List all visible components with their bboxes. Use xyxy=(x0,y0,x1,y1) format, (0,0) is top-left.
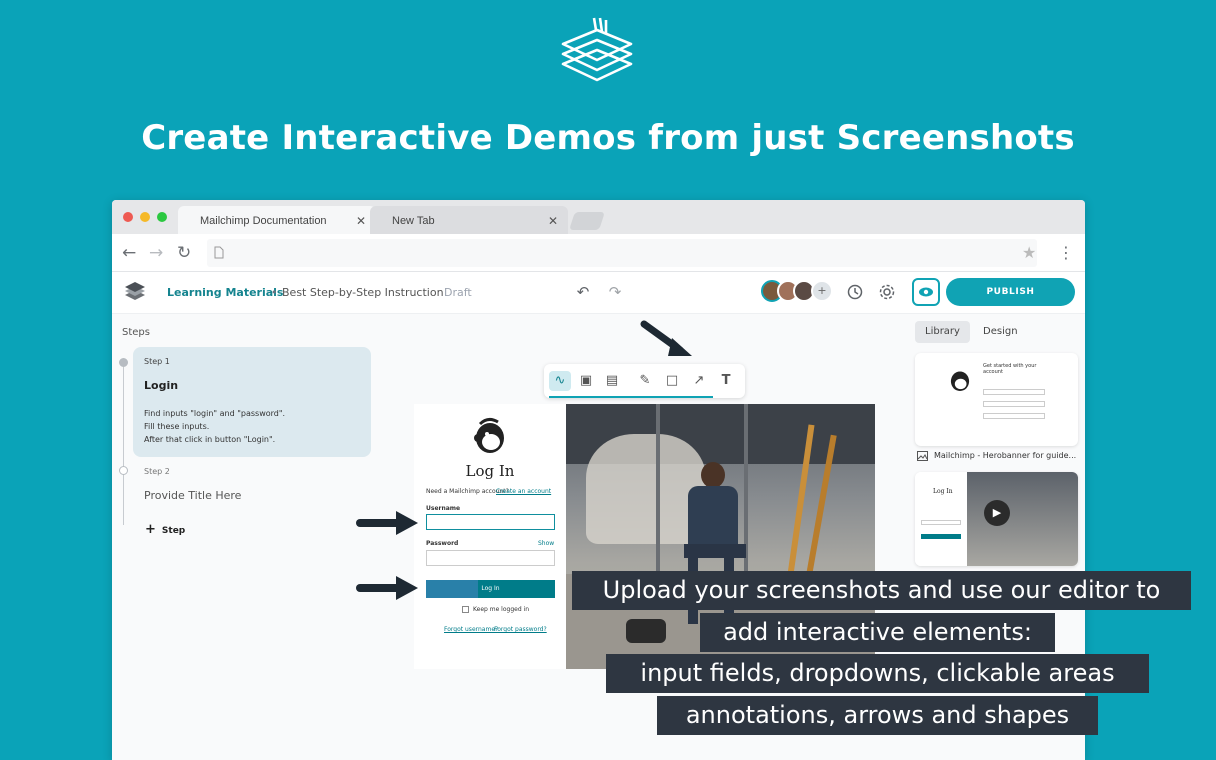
card-heading: Log In xyxy=(933,488,953,495)
annotation-arrow-icon xyxy=(356,576,418,600)
breadcrumb-page[interactable]: Best Step-by-Step Instruction xyxy=(282,286,444,299)
steps-panel-label: Steps xyxy=(122,327,150,338)
step-title[interactable]: Login xyxy=(144,379,178,392)
clipboard-tool-icon[interactable]: ▤ xyxy=(601,371,623,391)
forgot-username-link[interactable]: Forgot username? xyxy=(444,626,498,633)
tab-label: Mailchimp Documentation xyxy=(200,215,327,227)
rectangle-tool-icon[interactable]: □ xyxy=(661,371,683,391)
tab-library[interactable]: Library xyxy=(915,321,970,343)
step-description-line: Find inputs "login" and "password". xyxy=(144,409,286,418)
keep-logged-label: Keep me logged in xyxy=(473,606,530,613)
step-number: Step 1 xyxy=(144,357,170,366)
callout-line: input fields, dropdowns, clickable areas xyxy=(606,654,1149,693)
annotation-arrow-icon xyxy=(640,320,692,356)
step-description-line: After that click in button "Login". xyxy=(144,435,276,444)
arrow-tool-icon[interactable]: ↗ xyxy=(688,371,710,391)
mailchimp-logo-icon xyxy=(950,371,970,392)
callout-line: annotations, arrows and shapes xyxy=(657,696,1098,735)
new-tab-button[interactable] xyxy=(569,212,605,230)
close-tab-icon[interactable]: ✕ xyxy=(548,214,558,228)
annotation-arrow-icon xyxy=(356,511,418,535)
username-field[interactable] xyxy=(426,514,555,530)
show-password-toggle[interactable]: Show xyxy=(538,540,554,547)
login-button-highlight xyxy=(426,580,478,598)
history-clock-icon[interactable] xyxy=(845,282,865,302)
step-title[interactable]: Provide Title Here xyxy=(144,489,241,502)
frame-tool-icon[interactable]: ▣ xyxy=(575,371,597,391)
forward-arrow-icon[interactable]: → xyxy=(149,243,163,263)
tab-label: New Tab xyxy=(392,215,435,227)
callout-line: Upload your screenshots and use our edit… xyxy=(572,571,1191,610)
login-screen: Log In Need a Mailchimp account? Create … xyxy=(414,404,566,669)
url-input[interactable] xyxy=(207,239,1037,267)
image-icon xyxy=(917,451,928,461)
close-window-dot[interactable] xyxy=(123,212,133,222)
status-badge: Draft xyxy=(444,286,472,299)
library-card[interactable]: Log In ▶ xyxy=(915,472,1078,566)
breadcrumb-project[interactable]: Learning Materials xyxy=(167,286,283,299)
text-tool-icon[interactable]: T xyxy=(715,371,737,391)
callout-line: add interactive elements: xyxy=(700,613,1055,652)
app-toolbar: Learning Materials • Best Step-by-Step I… xyxy=(112,272,1085,314)
pen-tool-icon[interactable]: ✎ xyxy=(634,371,656,391)
create-account-link[interactable]: Create an account xyxy=(496,488,551,495)
step-description-line: Fill these inputs. xyxy=(144,422,210,431)
editor-toolbar: ∿ ▣ ▤ ✎ □ ↗ T xyxy=(544,364,745,398)
publish-button[interactable]: PUBLISH xyxy=(946,278,1075,306)
path-tool-icon[interactable]: ∿ xyxy=(549,371,571,391)
timeline-node xyxy=(119,466,128,475)
bookmark-star-icon[interactable]: ★ xyxy=(1022,243,1036,262)
step-number: Step 2 xyxy=(144,467,170,476)
card-text: Get started with your account xyxy=(983,363,1037,375)
login-heading: Log In xyxy=(465,462,515,480)
reload-icon[interactable]: ↻ xyxy=(177,243,191,263)
eye-icon xyxy=(919,287,933,297)
card-field xyxy=(983,389,1045,395)
tab-design[interactable]: Design xyxy=(973,321,1028,343)
breadcrumb-separator: • xyxy=(271,286,278,299)
plus-icon: + xyxy=(145,522,156,537)
add-step-button[interactable]: + Step xyxy=(145,522,185,537)
steps-timeline xyxy=(123,360,124,525)
stacked-layers-logo-icon xyxy=(561,17,633,82)
username-label: Username xyxy=(426,505,461,512)
more-menu-icon[interactable]: ⋮ xyxy=(1058,243,1074,262)
tab-new-tab[interactable]: New Tab ✕ xyxy=(370,206,568,234)
preview-eye-button[interactable] xyxy=(912,278,940,306)
page-headline: Create Interactive Demos from just Scree… xyxy=(141,118,1075,158)
settings-gear-icon[interactable] xyxy=(877,282,897,302)
back-arrow-icon[interactable]: ← xyxy=(122,243,136,263)
app-logo-icon[interactable] xyxy=(123,281,147,303)
card-field xyxy=(983,401,1045,407)
password-field[interactable] xyxy=(426,550,555,566)
timeline-node xyxy=(119,358,128,367)
mailchimp-logo-icon xyxy=(474,417,504,453)
undo-icon[interactable]: ↶ xyxy=(573,282,593,302)
browser-addressbar: ← → ↻ ★ ⋮ xyxy=(112,234,1085,272)
library-card[interactable]: Get started with your account xyxy=(915,353,1078,446)
tab-mailchimp-documentation[interactable]: Mailchimp Documentation ✕ xyxy=(178,206,376,234)
add-step-label: Step xyxy=(161,526,186,536)
card-field xyxy=(983,413,1045,419)
minimize-window-dot[interactable] xyxy=(140,212,150,222)
maximize-window-dot[interactable] xyxy=(157,212,167,222)
password-label: Password xyxy=(426,540,459,547)
toolbar-active-underline xyxy=(549,396,713,398)
step-card-active[interactable]: Step 1 Login Find inputs "login" and "pa… xyxy=(133,347,371,457)
page-icon xyxy=(214,246,224,259)
card-caption: Mailchimp - Herobanner for guide... xyxy=(934,451,1077,460)
redo-icon[interactable]: ↷ xyxy=(605,282,625,302)
browser-tabbar: Mailchimp Documentation ✕ New Tab ✕ xyxy=(112,200,1085,234)
forgot-password-link[interactable]: Forgot password? xyxy=(494,626,547,633)
keep-logged-checkbox[interactable] xyxy=(462,606,469,613)
add-user-icon[interactable]: + xyxy=(811,280,833,302)
close-tab-icon[interactable]: ✕ xyxy=(356,214,366,228)
play-video-button[interactable]: ▶ xyxy=(984,500,1010,526)
